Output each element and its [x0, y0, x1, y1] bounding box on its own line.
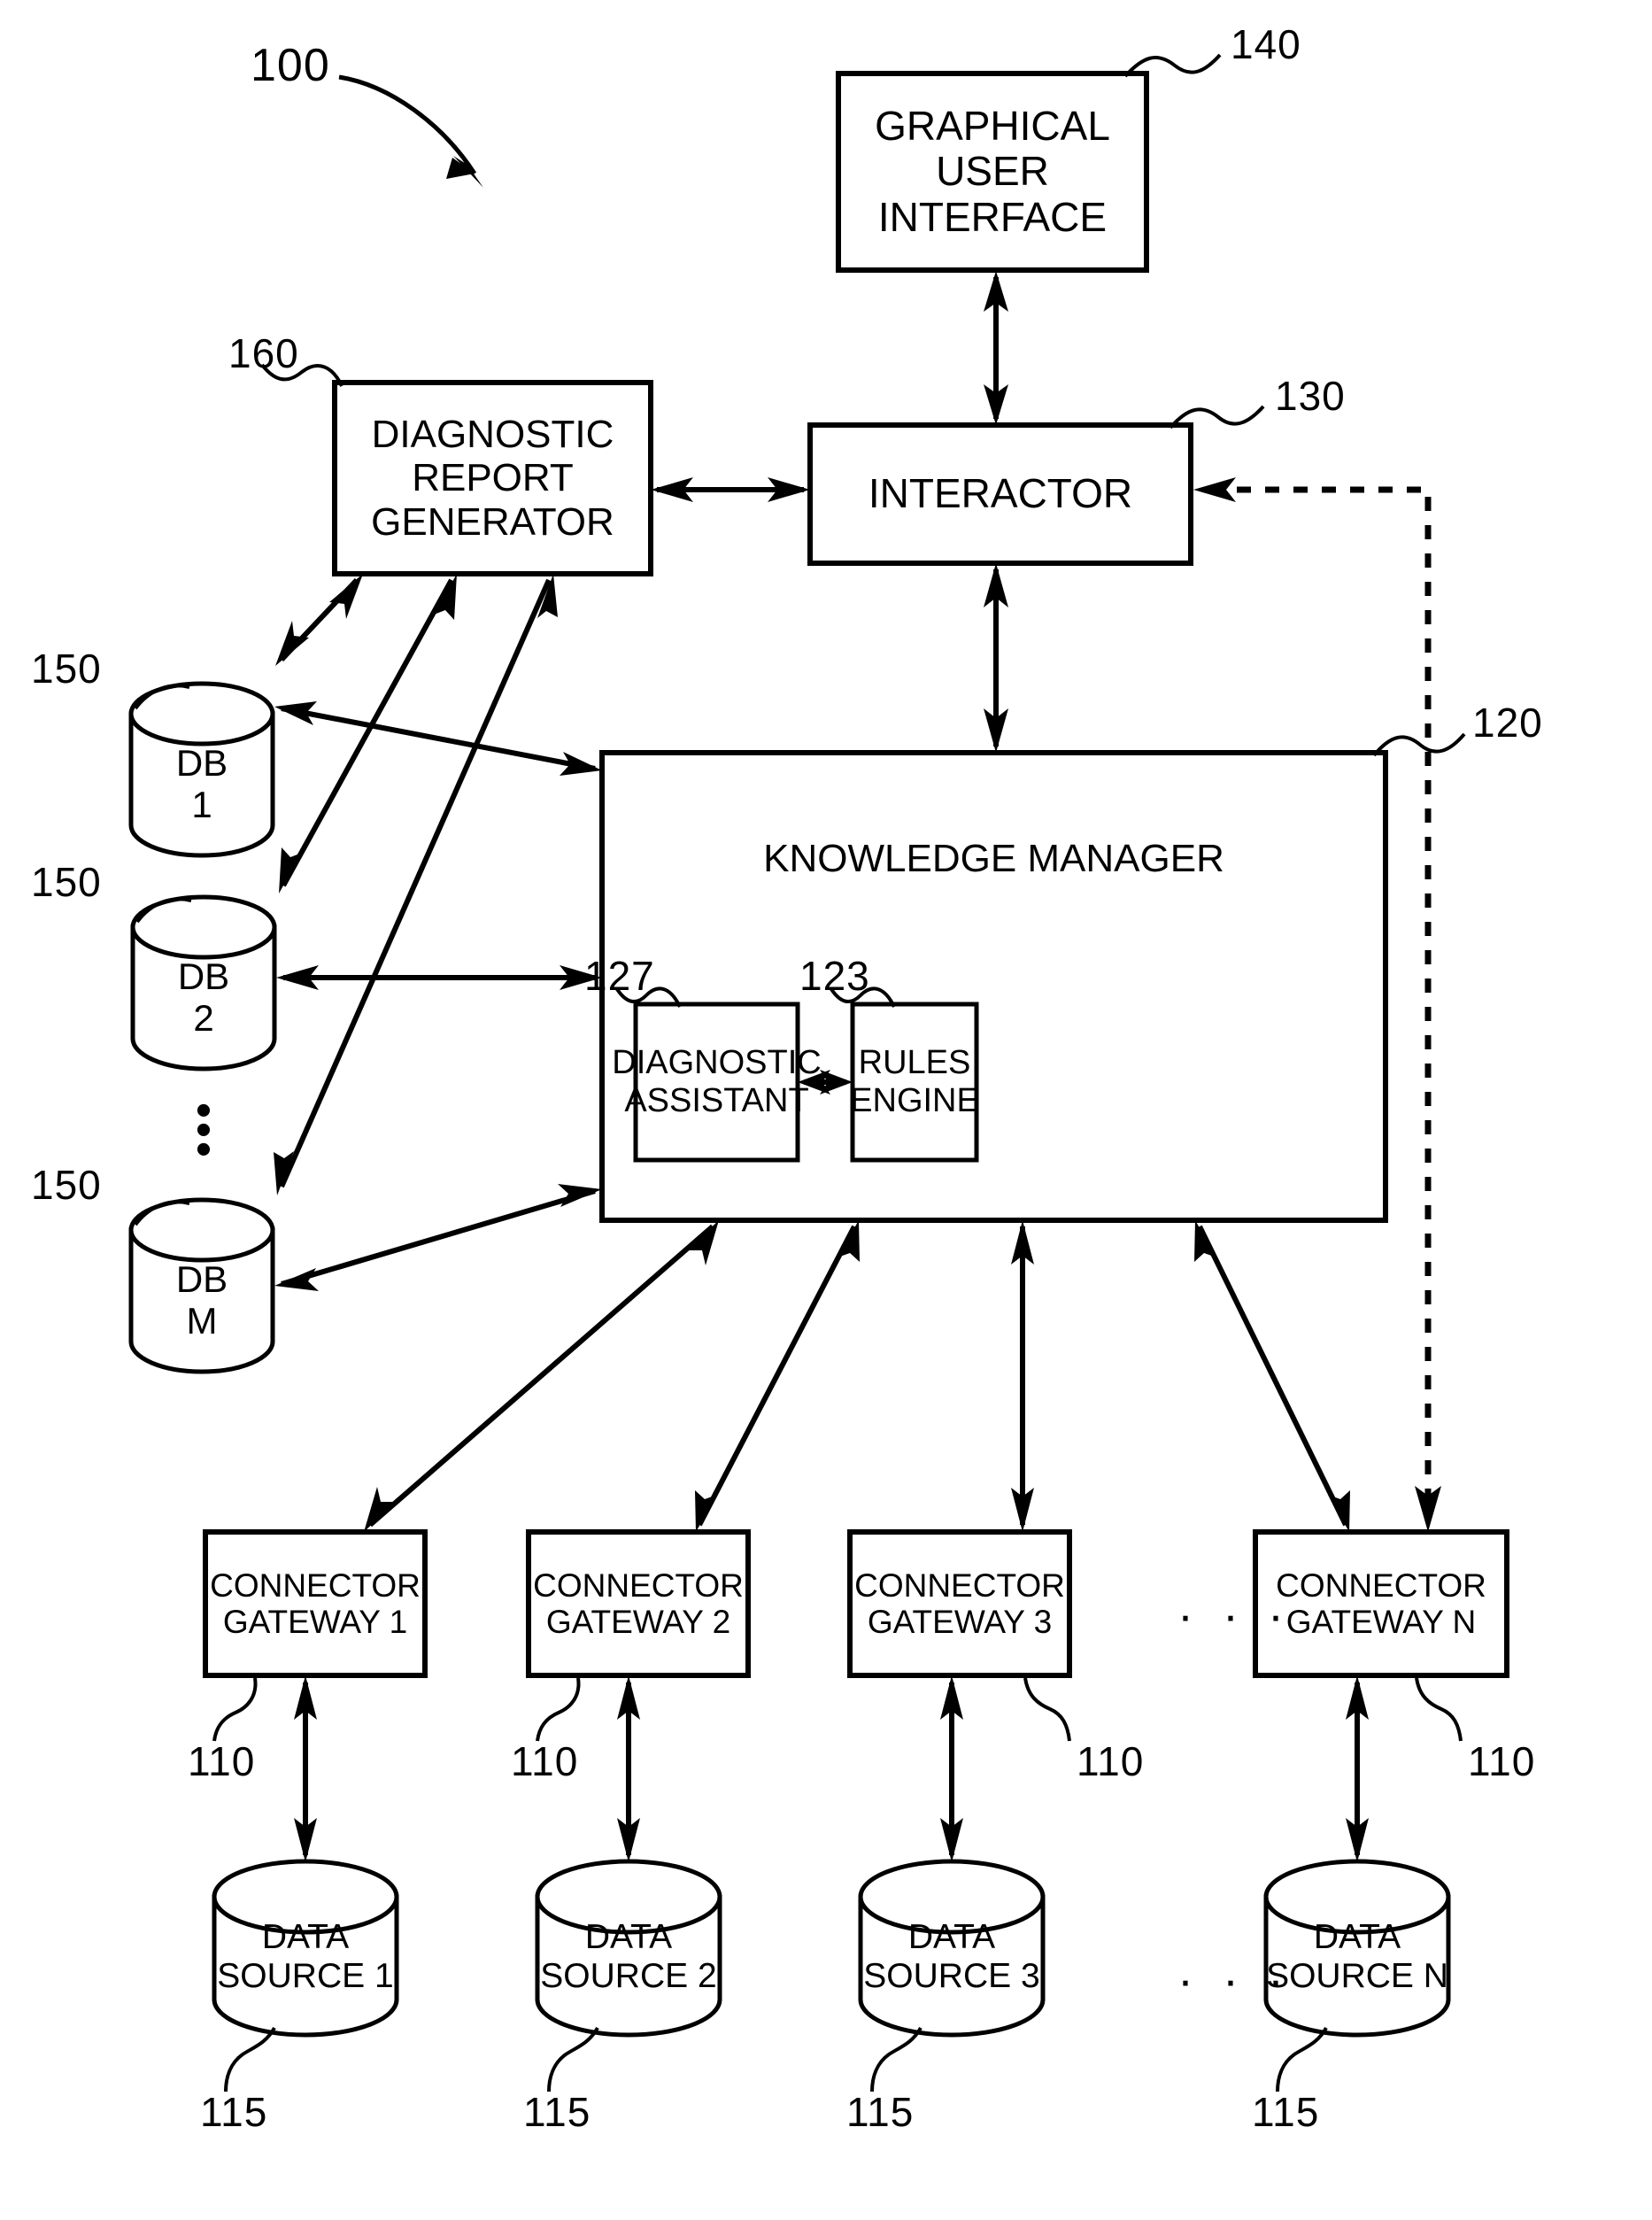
ref-number-115-ds3: 115: [846, 2089, 915, 2135]
data-source-1-label: DATA SOURCE 1: [217, 1918, 394, 1995]
ref-leader-115-dsn: [1276, 2026, 1328, 2092]
connector-knowledgemanager-gateway3: [1011, 1220, 1034, 1532]
ref-number-110-gateway3: 110: [1077, 1738, 1145, 1784]
knowledge-manager-label: KNOWLEDGE MANAGER: [763, 837, 1224, 881]
connector-gui-interactor: [984, 271, 1008, 425]
connector-gatewayn-datasourcen: [1346, 1675, 1369, 1862]
ref-leader-115-ds3: [870, 2026, 922, 2092]
graphical-user-interface-label: GRAPHICAL USER INTERFACE: [875, 102, 1110, 240]
connector-reportgen-dbm: [274, 574, 558, 1195]
ref-number-160: 160: [228, 330, 299, 376]
connector-gateway2-datasource2: [617, 1675, 640, 1862]
ref-leader-110-gateway1: [212, 1677, 258, 1742]
ref-number-150-db1: 150: [31, 646, 102, 692]
data-source-3-label: DATA SOURCE 3: [863, 1918, 1040, 1995]
figure-canvas: 100 GRAPHICAL USER INTERFACE 140 INTERAC…: [0, 0, 1652, 2220]
ref-number-115-dsn: 115: [1252, 2089, 1320, 2135]
connector-db2-knowledgemanager: [276, 965, 602, 990]
data-source-2-label: DATA SOURCE 2: [540, 1918, 717, 1995]
connector-gateway1-datasource1: [294, 1675, 317, 1862]
db-m-label: DB M: [175, 1257, 228, 1342]
interactor-label: INTERACTOR: [868, 470, 1133, 517]
diagnostic-assistant-label: DIAGNOSTIC ASSISTANT: [612, 1044, 822, 1119]
connector-interactor-knowledgemanager: [984, 563, 1008, 753]
connector-reportgen-interactor: [651, 477, 810, 502]
diagnostic-report-generator-label: DIAGNOSTIC REPORT GENERATOR: [371, 413, 614, 544]
ref-number-115-ds1: 115: [200, 2089, 268, 2135]
connector-gateway-2-label: CONNECTOR GATEWAY 2: [533, 1566, 744, 1640]
connector-knowledgemanager-gateway1: [364, 1220, 719, 1532]
figure-reference-number: 100: [251, 40, 330, 91]
connector-gatewayn-interactor-dashed: [1193, 477, 1441, 1532]
connector-db1-knowledgemanager: [274, 701, 602, 776]
ref-leader-110-gatewayn: [1415, 1677, 1463, 1742]
ref-number-110-gatewayn: 110: [1468, 1738, 1536, 1784]
connector-dbm-knowledgemanager: [274, 1184, 602, 1291]
ref-number-140: 140: [1231, 21, 1301, 67]
ref-number-110-gateway2: 110: [511, 1738, 579, 1784]
ref-leader-110-gateway3: [1023, 1677, 1071, 1742]
connector-gateway-n-label: CONNECTOR GATEWAY N: [1276, 1566, 1486, 1640]
ref-number-123: 123: [799, 953, 870, 999]
data-source-row-ellipsis: · · ·: [1177, 1953, 1292, 2007]
connector-knowledgemanager-gateway2: [695, 1220, 860, 1532]
rules-engine-label: RULES ENGINE: [850, 1044, 979, 1119]
gateway-row-ellipsis: · · ·: [1177, 1589, 1292, 1642]
db-continuation-ellipsis: • • •: [195, 1085, 212, 1175]
ref-number-120: 120: [1472, 700, 1543, 746]
ref-leader-115-ds2: [547, 2026, 599, 2092]
db-2-label: DB 2: [177, 955, 230, 1039]
connector-gateway-3-label: CONNECTOR GATEWAY 3: [854, 1566, 1065, 1640]
ref-number-115-ds2: 115: [523, 2089, 591, 2135]
data-source-n-label: DATA SOURCE N: [1266, 1918, 1448, 1995]
ref-number-150-db2: 150: [31, 859, 102, 905]
ref-leader-110-gateway2: [536, 1677, 581, 1742]
ref-number-127: 127: [584, 953, 655, 999]
ref-number-150-dbm: 150: [31, 1162, 102, 1208]
connector-reportgen-db1: [275, 574, 363, 666]
connector-knowledgemanager-gatewayn: [1194, 1220, 1350, 1532]
ref-leader-115-ds1: [224, 2026, 276, 2092]
connector-gateway3-datasource3: [940, 1675, 963, 1862]
figure-leader: [338, 74, 483, 188]
db-1-label: DB 1: [175, 741, 228, 825]
ref-number-130: 130: [1275, 373, 1346, 419]
connector-gateway-1-label: CONNECTOR GATEWAY 1: [210, 1566, 421, 1640]
ref-number-110-gateway1: 110: [188, 1738, 256, 1784]
